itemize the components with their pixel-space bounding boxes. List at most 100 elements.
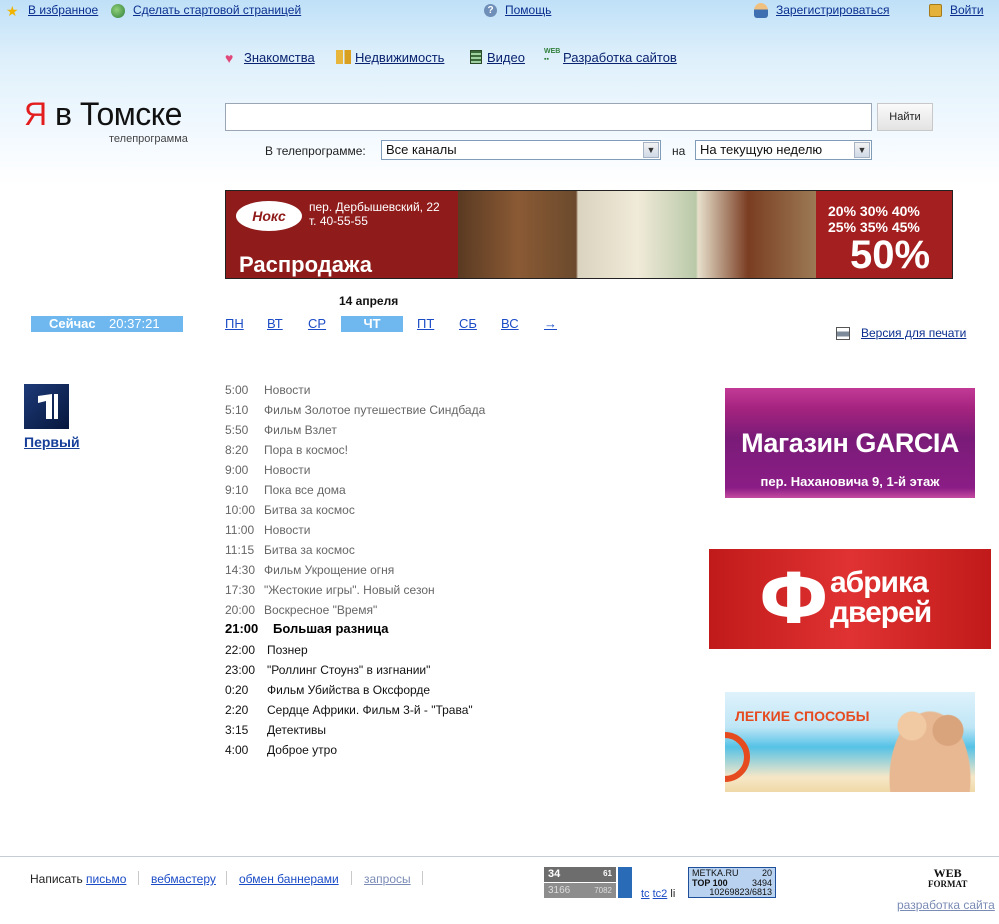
help-link[interactable]: Помощь [505, 3, 551, 17]
footer-queries-link[interactable]: запросы [364, 872, 411, 886]
furniture-photos [458, 191, 816, 278]
program-time: 14:30 [225, 563, 256, 577]
program-title: Детективы [267, 723, 327, 737]
program-time: 21:00 [225, 621, 259, 636]
doors-factory-ad[interactable]: Ф абрика дверей [709, 549, 991, 649]
program-title: Битва за космос [264, 543, 355, 557]
footer-webmaster-link[interactable]: вебмастеру [151, 872, 216, 886]
print-version-link[interactable]: Версия для печати [861, 326, 966, 340]
search-input[interactable] [225, 103, 872, 131]
doors-letter: Ф [759, 558, 829, 640]
buildings-icon [336, 50, 351, 64]
add-to-favorites-link[interactable]: В избранное [28, 3, 98, 17]
film-icon [470, 50, 482, 64]
banner-discounts: 20% 30% 40% 25% 35% 45% 50% [816, 191, 952, 278]
program-title: Новости [264, 463, 311, 477]
web-icon: WEB ▪▪ [544, 48, 561, 63]
now-time: 20:37:21 [109, 316, 160, 331]
metka-counter[interactable]: METKA.RU 20 TOP 100 3494 10269823/6813 [688, 867, 776, 898]
footer-mail-link[interactable]: письмо [86, 872, 126, 886]
couple-photo [885, 704, 975, 792]
channel-select[interactable]: Все каналы ▼ [381, 140, 661, 160]
banner-address: пер. Дербышевский, 22 т. 40-55-55 [309, 200, 440, 228]
program-time: 5:10 [225, 403, 249, 417]
beach-ad[interactable]: ЛЕГКИЕ СПОСОБЫ [725, 692, 975, 792]
beach-ad-title: ЛЕГКИЕ СПОСОБЫ [735, 708, 870, 724]
nav-realty[interactable]: Недвижимость [355, 50, 444, 65]
program-time: 11:15 [225, 543, 255, 557]
program-title: "Жестокие игры". Новый сезон [264, 583, 435, 597]
footer-separator [351, 871, 352, 885]
heart-icon: ♥ [225, 50, 234, 66]
set-homepage-link[interactable]: Сделать стартовой страницей [133, 3, 301, 17]
search-button[interactable]: Найти [877, 103, 933, 131]
user-icon [754, 3, 768, 18]
tc-links: tc tc2 li [641, 888, 675, 900]
program-title: Пока все дома [264, 483, 346, 497]
day-sat[interactable]: СБ [459, 316, 477, 331]
program-title: Фильм Убийства в Оксфорде [267, 683, 431, 697]
program-title: Фильм Укрощение огня [264, 563, 395, 577]
printer-icon [836, 327, 850, 340]
program-time: 17:30 [225, 583, 256, 597]
on-label: на [672, 144, 686, 158]
register-link[interactable]: Зарегистрироваться [776, 3, 889, 17]
chevron-down-icon: ▼ [643, 142, 659, 158]
program-time: 5:00 [225, 383, 249, 397]
site-logo[interactable]: Я в Томске [24, 94, 182, 134]
swoosh-shape [725, 732, 750, 782]
program-time: 23:00 [225, 663, 256, 677]
footer-separator [138, 871, 139, 885]
tc-link[interactable]: tc [641, 888, 650, 900]
banner-left-panel: Нокс пер. Дербышевский, 22 т. 40-55-55 Р… [226, 191, 458, 278]
login-link[interactable]: Войти [950, 3, 984, 17]
nav-video[interactable]: Видео [487, 50, 525, 65]
program-title: Сердце Африки. Фильм 3-й - "Трава" [267, 703, 473, 717]
nav-web-dev[interactable]: Разработка сайтов [563, 50, 677, 65]
discount-big: 50% [850, 233, 931, 277]
furniture-banner-ad[interactable]: Нокс пер. Дербышевский, 22 т. 40-55-55 Р… [225, 190, 953, 279]
program-title: Битва за космос [264, 503, 355, 517]
channel-name-link[interactable]: Первый [24, 434, 80, 450]
program-title: Большая разница [273, 621, 389, 636]
day-wed[interactable]: СР [308, 316, 326, 331]
globe-icon [111, 4, 125, 18]
nav-dating[interactable]: Знакомства [244, 50, 315, 65]
doors-line-1: абрика [830, 566, 929, 599]
day-mon[interactable]: ПН [225, 316, 244, 331]
day-fri[interactable]: ПТ [417, 316, 434, 331]
program-title: Познер [267, 643, 308, 657]
counter-bar-icon [618, 867, 632, 898]
footer-separator [422, 871, 423, 885]
program-time: 4:00 [225, 743, 249, 757]
day-sun[interactable]: ВС [501, 316, 519, 331]
day-thu-active[interactable]: ЧТ [341, 316, 403, 332]
visit-counter-1[interactable]: 34 61 3166 7082 [544, 867, 632, 898]
garcia-store-ad[interactable]: Магазин GARCIA пер. Нахановича 9, 1-й эт… [725, 388, 975, 498]
program-time: 0:20 [225, 683, 249, 697]
help-icon: ? [484, 4, 497, 17]
garcia-title: Магазин GARCIA [741, 428, 959, 458]
discount-row-1: 20% 30% 40% [828, 203, 920, 219]
program-time: 10:00 [225, 503, 256, 517]
webformat-logo[interactable]: WEB FORMAT [928, 867, 967, 890]
now-clock: Сейчас 20:37:21 [31, 316, 183, 332]
lock-icon [929, 4, 942, 17]
footer-write: Написать письмо [30, 872, 127, 886]
footer-banner-exchange-link[interactable]: обмен баннерами [239, 872, 339, 886]
period-select[interactable]: На текущую неделю ▼ [695, 140, 872, 160]
logo-subtitle: телепрограмма [109, 133, 188, 145]
program-time: 9:00 [225, 463, 249, 477]
channel-one-logo-icon[interactable] [24, 384, 69, 429]
footer-divider [0, 856, 999, 857]
next-week-arrow[interactable]: → [544, 316, 557, 331]
site-development-link[interactable]: разработка сайта [897, 898, 995, 912]
program-time: 9:10 [225, 483, 249, 497]
day-tue[interactable]: ВТ [267, 316, 283, 331]
tc2-link[interactable]: tc2 [653, 888, 668, 900]
program-title: Фильм Золотое путешествие Синдбада [264, 403, 486, 417]
program-time: 5:50 [225, 423, 249, 437]
program-title: "Роллинг Стоунз" в изгнании" [267, 663, 431, 677]
footer-separator [226, 871, 227, 885]
nox-logo: Нокс [236, 201, 302, 231]
